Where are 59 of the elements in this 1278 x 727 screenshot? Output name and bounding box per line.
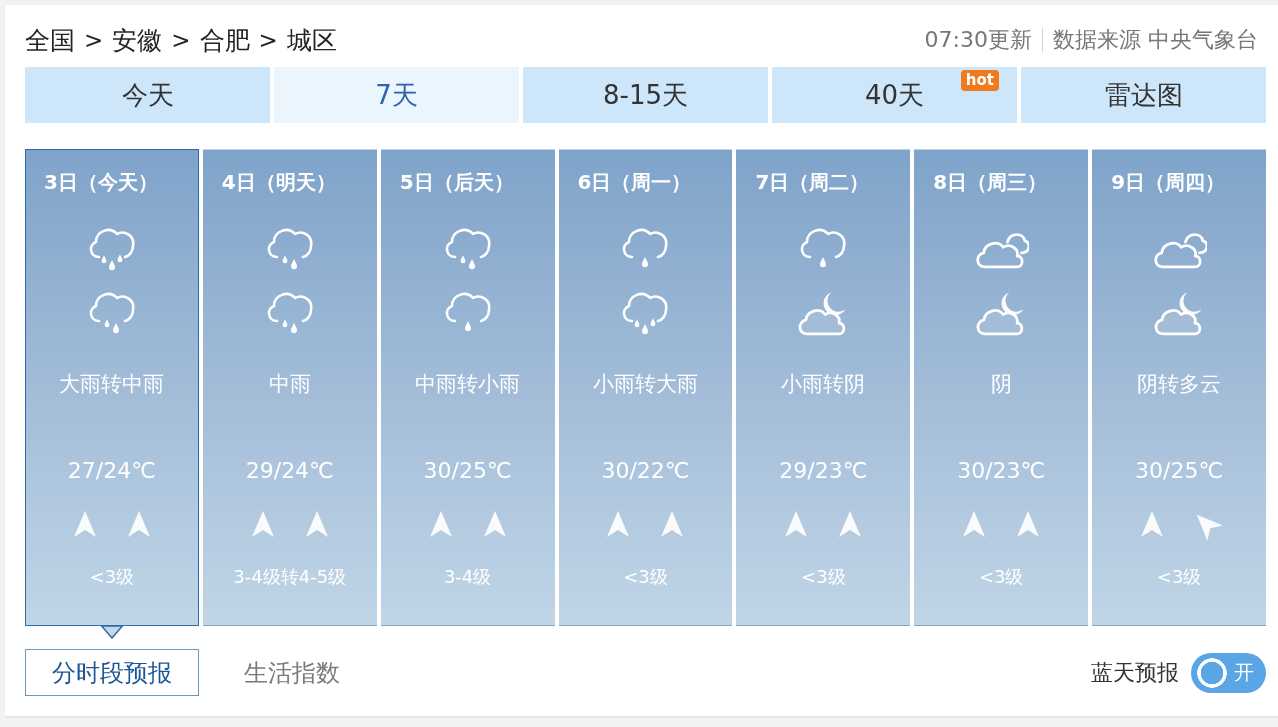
day-date: 9日（周四） (1111, 169, 1226, 195)
arrow-icon (1141, 511, 1164, 537)
breadcrumb-link[interactable]: 安徽 (112, 23, 163, 57)
wind-level: 3-4级转4-5级 (233, 565, 347, 589)
pointer-icon (100, 626, 123, 639)
temperature: 27/24℃ (67, 457, 156, 485)
sub-tab[interactable]: 分时段预报 (25, 649, 199, 696)
weather-description: 大雨转中雨 (59, 371, 165, 398)
arrow-icon (429, 511, 452, 537)
tab[interactable]: 雷达图 (1021, 67, 1266, 123)
temperature: 30/25℃ (423, 457, 512, 485)
breadcrumb-link[interactable]: 城区 (286, 23, 337, 57)
day-date: 7日（周二） (755, 169, 870, 195)
breadcrumb-separator: > (84, 27, 104, 53)
tab[interactable]: 7天 (274, 67, 519, 123)
arrow-icon (483, 511, 506, 537)
weather-description: 小雨转大雨 (593, 371, 698, 398)
day-date: 8日（周三） (933, 169, 1048, 195)
weather-description: 阴 (990, 371, 1012, 398)
wind-level: <3级 (1156, 565, 1202, 589)
wind-level: <3级 (89, 565, 135, 589)
day-date: 5日（后天） (399, 169, 514, 195)
wind-level: <3级 (623, 565, 668, 589)
weather-description: 阴转多云 (1137, 371, 1222, 398)
breadcrumb-separator: > (171, 27, 191, 53)
arrow-icon (305, 511, 328, 537)
arrow-icon (73, 511, 96, 537)
wind-level: <3级 (801, 565, 846, 589)
tab[interactable]: 40天 hot (772, 67, 1017, 123)
day-date: 3日（今天） (44, 169, 158, 195)
breadcrumb-separator: > (258, 27, 278, 53)
toggle-label: 蓝天预报 (1091, 658, 1179, 687)
arrow-icon (251, 511, 274, 537)
day-date: 4日（明天） (221, 169, 336, 195)
tab[interactable]: 8-15天 (523, 67, 768, 123)
weather-description: 小雨转阴 (781, 371, 866, 398)
temperature: 29/24℃ (245, 457, 334, 485)
temperature: 30/22℃ (601, 457, 690, 485)
data-source: 数据来源 中央气象台 (1053, 26, 1258, 54)
wind-level: <3级 (978, 565, 1024, 589)
breadcrumb-link[interactable]: 全国 (25, 23, 75, 57)
hot-badge: hot (960, 70, 999, 91)
arrow-icon (963, 511, 986, 537)
breadcrumb-link[interactable]: 合肥 (199, 23, 250, 57)
arrow-icon (127, 511, 150, 537)
temperature: 30/23℃ (957, 457, 1046, 485)
tab[interactable]: 今天 (25, 67, 270, 123)
day-date: 6日（周一） (577, 169, 692, 195)
weather-description: 中雨转小雨 (415, 371, 521, 398)
arrow-icon (661, 511, 684, 537)
temperature: 29/23℃ (779, 457, 868, 485)
weather-description: 中雨 (268, 371, 311, 398)
wind-level: 3-4级 (443, 565, 492, 589)
temperature: 30/25℃ (1135, 457, 1224, 485)
arrow-icon (785, 511, 808, 537)
arrow-icon (839, 511, 862, 537)
arrow-icon (607, 511, 630, 537)
arrow-icon (1017, 511, 1040, 537)
update-time: 07:30更新 (924, 26, 1032, 54)
